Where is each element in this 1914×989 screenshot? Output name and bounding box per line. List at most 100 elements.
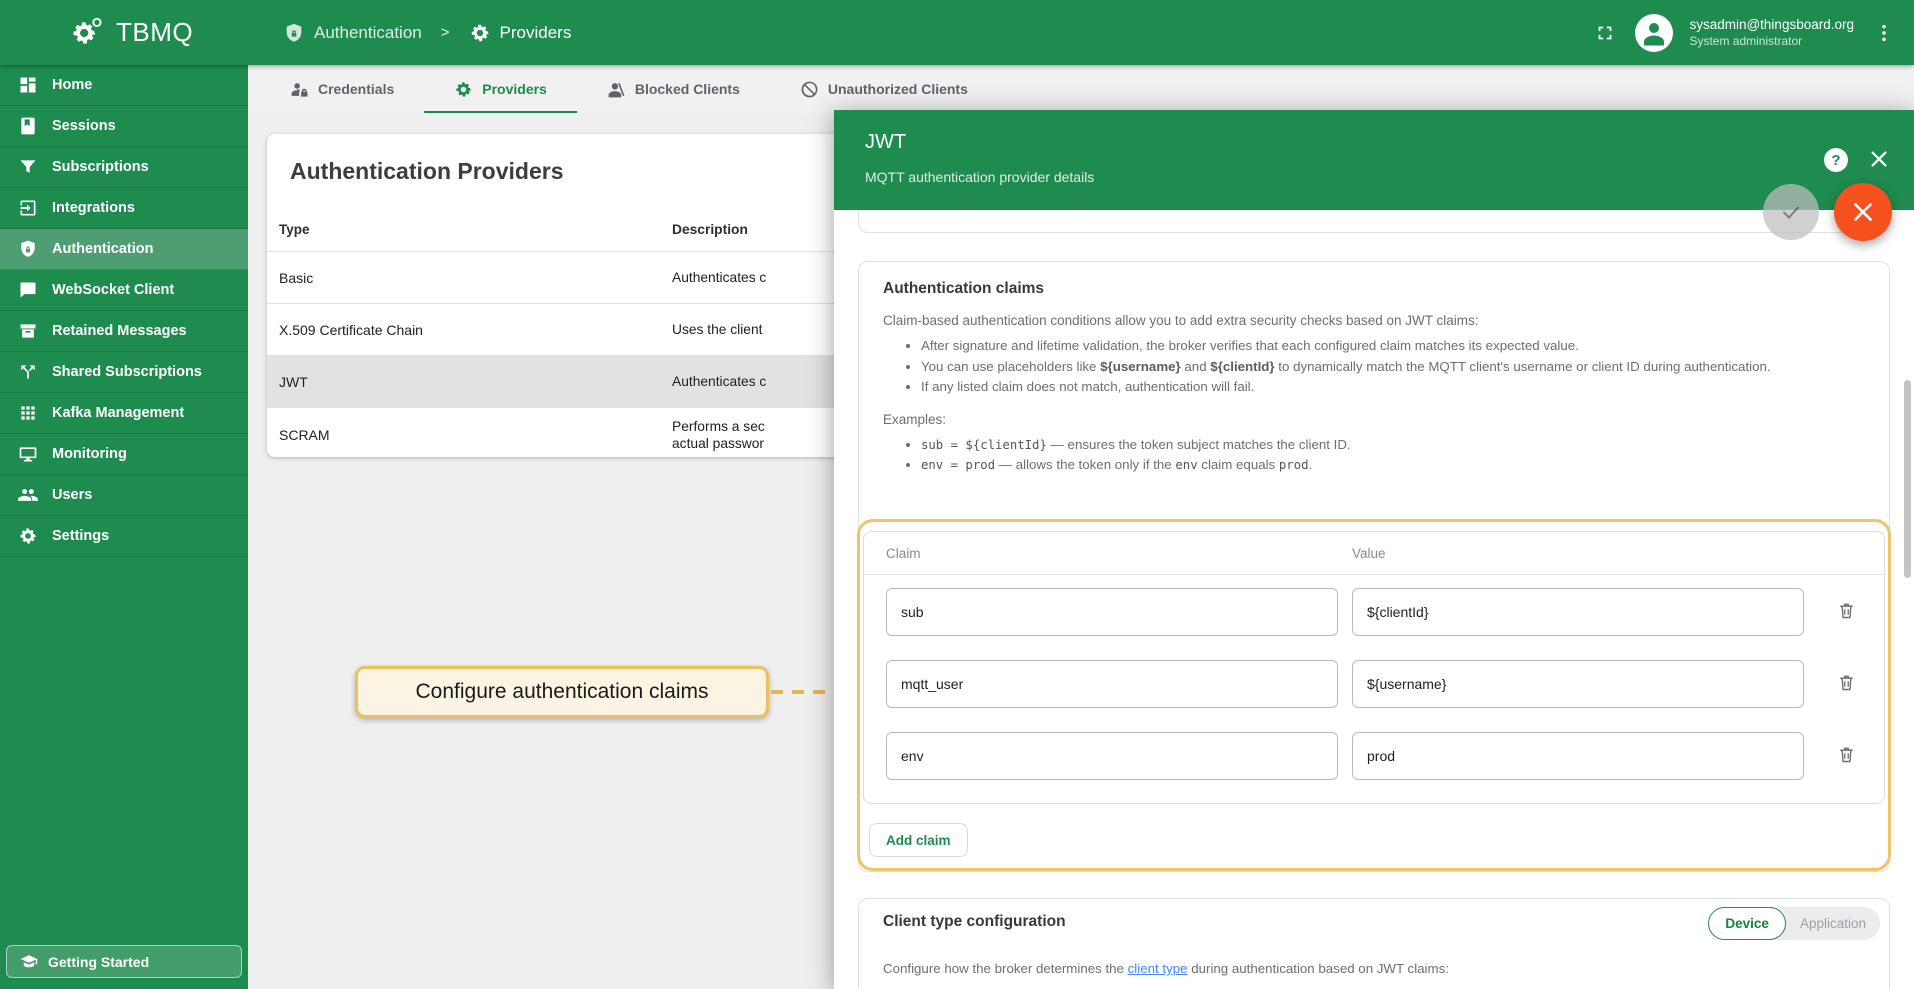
tour-callout-text: Configure authentication claims <box>416 680 709 704</box>
breadcrumb-page[interactable]: Providers <box>500 23 572 43</box>
breadcrumb-separator: > <box>441 24 450 41</box>
client-type-heading: Client type configuration <box>883 913 1066 931</box>
claims-table: Claim Value <box>863 531 1885 804</box>
header-actions: sysadmin@thingsboard.org System administ… <box>1591 0 1898 65</box>
claims-intro: Claim-based authentication conditions al… <box>883 313 1865 328</box>
toggle-option-application[interactable]: Application <box>1786 907 1880 940</box>
sidebar-item-websocket-client[interactable]: WebSocket Client <box>0 270 248 311</box>
claim-name-input[interactable] <box>886 660 1338 708</box>
gear-icon <box>18 526 38 546</box>
person-key-icon <box>290 80 309 99</box>
drawer-scrollbar-thumb[interactable] <box>1904 380 1911 578</box>
delete-claim-button[interactable] <box>1829 667 1863 701</box>
getting-started-button[interactable]: Getting Started <box>6 945 242 978</box>
scrolled-card-bottom <box>858 210 1890 233</box>
getting-started-label: Getting Started <box>48 954 149 970</box>
sidebar-item-label: Authentication <box>52 241 154 257</box>
examples-list: sub = ${clientId} — ensures the token su… <box>883 437 1865 474</box>
column-header-type: Type <box>267 222 672 237</box>
more-menu-button[interactable] <box>1870 19 1898 47</box>
trash-icon <box>1836 672 1857 693</box>
tour-callout: Configure authentication claims <box>355 666 769 718</box>
example-bullet: env = prod — allows the token only if th… <box>921 457 1865 474</box>
claim-value-input[interactable] <box>1352 732 1804 780</box>
fullscreen-button[interactable] <box>1591 19 1619 47</box>
user-email: sysadmin@thingsboard.org <box>1689 16 1854 33</box>
delete-claim-button[interactable] <box>1829 595 1863 629</box>
user-info: sysadmin@thingsboard.org System administ… <box>1689 16 1854 50</box>
claim-value-input[interactable] <box>1352 660 1804 708</box>
sidebar-item-subscriptions[interactable]: Subscriptions <box>0 147 248 188</box>
close-icon <box>1850 199 1876 225</box>
monitor-icon <box>18 444 38 464</box>
claim-row <box>886 588 1874 636</box>
tbmq-logo-text: TBMQ <box>116 17 193 48</box>
discard-changes-fab[interactable] <box>1834 183 1892 241</box>
tour-callout-connector <box>771 690 835 694</box>
client-type-toggle: Device Application <box>1708 907 1880 940</box>
tab-unauthorized-clients[interactable]: Unauthorized Clients <box>770 65 998 113</box>
sidebar-item-shared-subscriptions[interactable]: Shared Subscriptions <box>0 352 248 393</box>
sidebar-item-label: Subscriptions <box>52 159 149 175</box>
close-drawer-button[interactable] <box>1867 148 1891 172</box>
block-icon <box>800 80 819 99</box>
tab-providers[interactable]: Providers <box>424 65 577 113</box>
trash-icon <box>1836 600 1857 621</box>
sidebar-item-integrations[interactable]: Integrations <box>0 188 248 229</box>
tbmq-logo[interactable]: TBMQ <box>70 0 193 65</box>
column-header-claim: Claim <box>886 546 1338 561</box>
add-claim-button[interactable]: Add claim <box>869 823 968 857</box>
sidebar-item-label: Sessions <box>52 118 116 134</box>
fullscreen-icon <box>1594 22 1616 44</box>
avatar[interactable] <box>1635 14 1673 52</box>
cell-type: JWT <box>267 374 672 390</box>
help-button[interactable]: ? <box>1824 148 1848 172</box>
tab-credentials[interactable]: Credentials <box>260 65 424 113</box>
sidebar: Home Sessions Subscriptions Integrations… <box>0 65 248 989</box>
sidebar-item-label: Settings <box>52 528 109 544</box>
claims-bullet: If any listed claim does not match, auth… <box>921 379 1865 396</box>
tab-blocked-clients[interactable]: Blocked Clients <box>577 65 770 113</box>
kebab-icon <box>1873 22 1895 44</box>
breadcrumb: Authentication > Providers <box>283 0 571 65</box>
drawer-title: JWT <box>865 131 906 154</box>
sidebar-item-sessions[interactable]: Sessions <box>0 106 248 147</box>
tab-label: Unauthorized Clients <box>828 81 968 97</box>
sidebar-item-label: Users <box>52 487 92 503</box>
sidebar-item-settings[interactable]: Settings <box>0 516 248 557</box>
apply-changes-fab-disabled[interactable] <box>1763 184 1819 240</box>
grid-icon <box>18 403 38 423</box>
sidebar-item-authentication[interactable]: Authentication <box>0 229 248 270</box>
sidebar-item-users[interactable]: Users <box>0 475 248 516</box>
chat-icon <box>18 280 38 300</box>
claim-row <box>886 732 1874 780</box>
cell-type: SCRAM <box>267 427 672 443</box>
auth-tabbar: Credentials Providers Blocked Clients Un… <box>248 65 1914 113</box>
cell-type: X.509 Certificate Chain <box>267 322 672 338</box>
claim-name-input[interactable] <box>886 732 1338 780</box>
sidebar-item-home[interactable]: Home <box>0 65 248 106</box>
sidebar-item-kafka-management[interactable]: Kafka Management <box>0 393 248 434</box>
jwt-details-drawer: JWT MQTT authentication provider details… <box>834 110 1914 989</box>
delete-claim-button[interactable] <box>1829 739 1863 773</box>
claim-value-input[interactable] <box>1352 588 1804 636</box>
dashboard-icon <box>18 75 38 95</box>
sidebar-item-retained-messages[interactable]: Retained Messages <box>0 311 248 352</box>
authentication-claims-card: Authentication claims Claim-based authen… <box>858 261 1890 872</box>
sidebar-item-label: WebSocket Client <box>52 282 174 298</box>
check-icon <box>1779 200 1803 224</box>
breadcrumb-section[interactable]: Authentication <box>314 23 422 43</box>
drawer-subtitle: MQTT authentication provider details <box>865 169 1094 185</box>
claim-name-input[interactable] <box>886 588 1338 636</box>
tbmq-logo-icon <box>70 16 104 50</box>
claims-bullet-list: After signature and lifetime validation,… <box>883 338 1865 396</box>
drawer-header: JWT MQTT authentication provider details… <box>834 110 1914 210</box>
cell-type: Basic <box>267 270 672 286</box>
gear-icon <box>469 22 491 44</box>
example-bullet: sub = ${clientId} — ensures the token su… <box>921 437 1865 454</box>
sidebar-item-monitoring[interactable]: Monitoring <box>0 434 248 475</box>
tab-label: Credentials <box>318 81 394 97</box>
toggle-option-device[interactable]: Device <box>1708 907 1786 940</box>
sidebar-item-label: Monitoring <box>52 446 127 462</box>
claims-heading: Authentication claims <box>883 280 1865 298</box>
